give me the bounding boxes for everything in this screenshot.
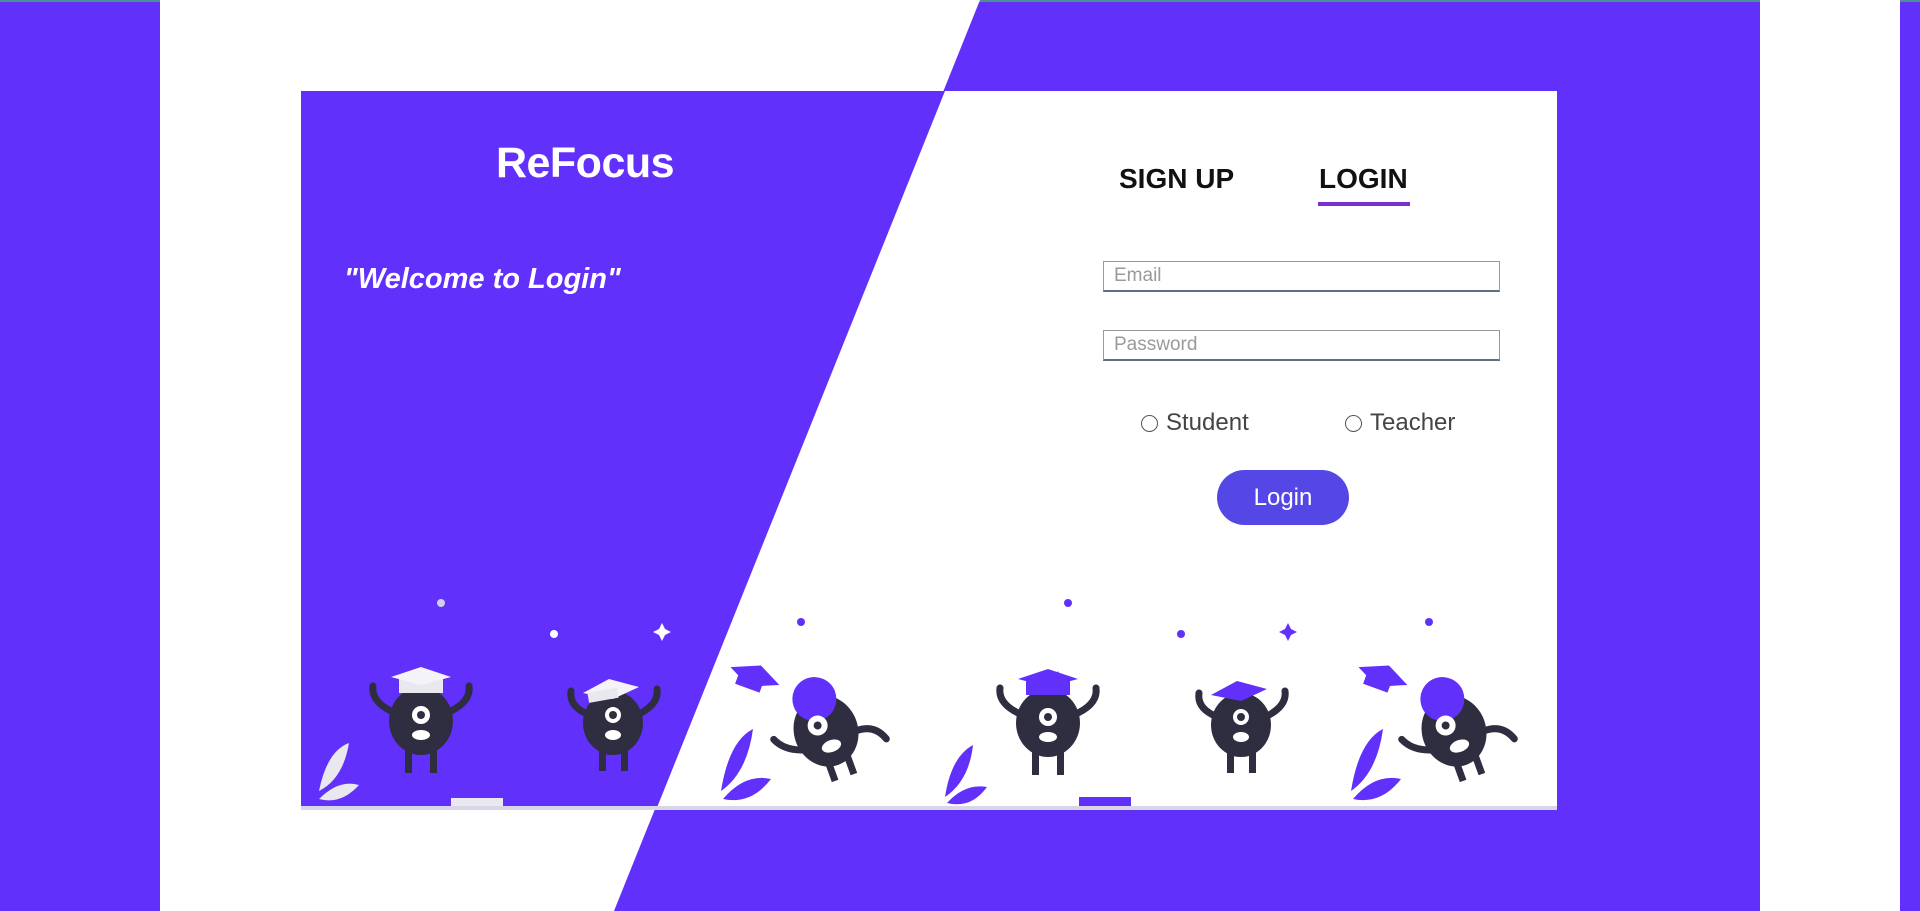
sparkle-icon (653, 623, 671, 641)
dot-icon (550, 630, 558, 638)
sparkle-icon (1279, 623, 1297, 641)
diploma-icon (451, 798, 503, 806)
radio-button-icon[interactable] (1345, 414, 1362, 432)
brand-title: ReFocus (495, 139, 675, 187)
ground-line (301, 806, 1557, 810)
page-background: ReFocus "Welcome to Login" SIGN UP LOGIN… (0, 0, 1920, 911)
tab-login[interactable]: LOGIN (1319, 163, 1408, 195)
login-button[interactable]: Login (1217, 470, 1349, 525)
graduate-character (996, 669, 1100, 775)
graduation-cap-icon (730, 665, 780, 693)
password-input[interactable] (1103, 330, 1500, 361)
login-card: ReFocus "Welcome to Login" SIGN UP LOGIN… (301, 91, 1557, 810)
dot-icon (1064, 599, 1072, 607)
email-input[interactable] (1103, 261, 1500, 292)
graduate-character (770, 677, 890, 783)
graduate-character (1398, 677, 1518, 783)
graduate-character (369, 667, 473, 773)
graduation-cap-icon (1358, 665, 1408, 693)
role-student-label: Student (1166, 409, 1249, 436)
dot-icon (797, 618, 805, 626)
tab-signup[interactable]: SIGN UP (1119, 163, 1234, 195)
right-white-panel (1760, 0, 1900, 911)
next-slide-edge (1900, 92, 1920, 812)
radio-button-icon[interactable] (1141, 414, 1158, 432)
diploma-icon (1079, 797, 1131, 806)
leaf-icon (319, 743, 349, 791)
graduation-illustration (319, 599, 1518, 806)
graduate-character (1195, 681, 1289, 773)
dot-icon (437, 599, 445, 607)
role-teacher-label: Teacher (1370, 409, 1456, 436)
dot-icon (1177, 630, 1185, 638)
role-student-radio[interactable]: Student (1141, 409, 1249, 437)
role-teacher-radio[interactable]: Teacher (1345, 409, 1455, 437)
graduate-character (567, 679, 661, 771)
welcome-message: "Welcome to Login" (344, 263, 621, 295)
dot-icon (1425, 618, 1433, 626)
active-tab-indicator (1318, 202, 1410, 206)
